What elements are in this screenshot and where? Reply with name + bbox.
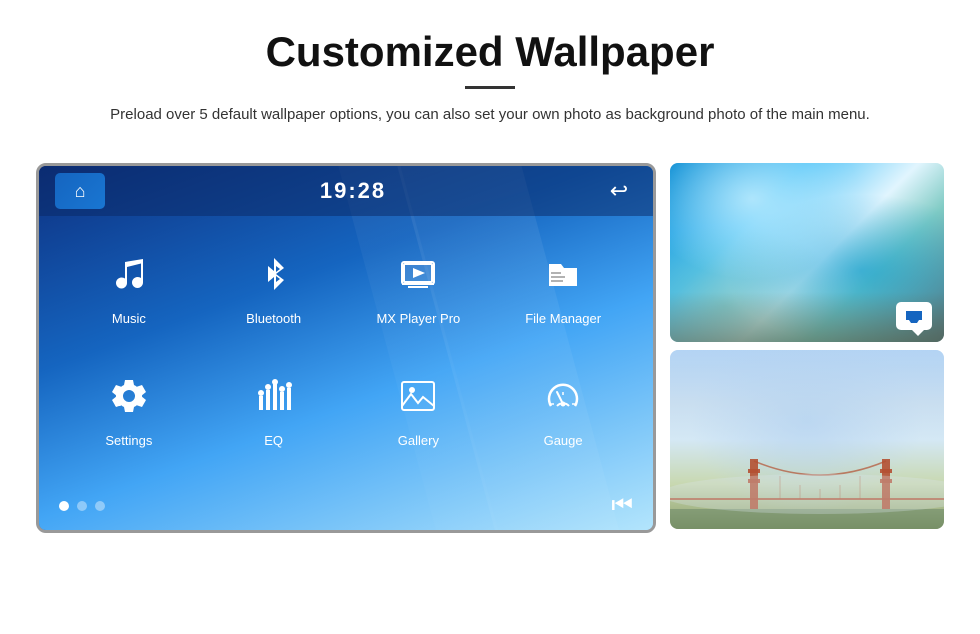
skip-button[interactable]: ⏮ (611, 492, 633, 520)
app-gallery[interactable]: Gallery (349, 353, 489, 470)
time-display: 19:28 (105, 178, 601, 204)
app-bluetooth[interactable]: Bluetooth (204, 231, 344, 348)
gauge-label: Gauge (544, 433, 583, 448)
bluetooth-label: Bluetooth (246, 311, 301, 326)
gauge-icon (543, 376, 583, 425)
settings-icon (109, 376, 149, 425)
app-settings[interactable]: Settings (59, 353, 199, 470)
dot-1[interactable] (59, 501, 69, 511)
mxplayer-icon (398, 254, 438, 303)
app-mxplayer[interactable]: MX Player Pro (349, 231, 489, 348)
app-music[interactable]: Music (59, 231, 199, 348)
eq-label: EQ (264, 433, 283, 448)
app-filemanager[interactable]: File Manager (493, 231, 633, 348)
right-images-panel (670, 163, 944, 529)
home-button[interactable]: ⌂ (55, 173, 105, 209)
ice-cave-image (670, 163, 944, 342)
filemanager-label: File Manager (525, 311, 601, 326)
page-title: Customized Wallpaper (60, 28, 920, 76)
music-icon (109, 254, 149, 303)
mxplayer-label: MX Player Pro (376, 311, 460, 326)
title-divider (465, 86, 515, 89)
car-screen: ⌂ 19:28 ↩ Music (36, 163, 656, 533)
gallery-icon (398, 376, 438, 425)
bluetooth-icon (254, 254, 294, 303)
page-description: Preload over 5 default wallpaper options… (60, 103, 920, 127)
chat-bubble-overlay (896, 302, 932, 330)
app-eq[interactable]: EQ (204, 353, 344, 470)
status-bar: ⌂ 19:28 ↩ (39, 166, 653, 216)
music-label: Music (112, 311, 146, 326)
gallery-label: Gallery (398, 433, 439, 448)
content-area: ⌂ 19:28 ↩ Music (0, 143, 980, 543)
golden-gate-image (670, 350, 944, 529)
filemanager-icon (543, 254, 583, 303)
page-dots (59, 501, 105, 511)
dot-2[interactable] (77, 501, 87, 511)
bridge-silhouette (670, 449, 944, 529)
app-grid: Music Bluetooth (39, 221, 653, 480)
back-button[interactable]: ↩ (601, 173, 637, 209)
page-header: Customized Wallpaper Preload over 5 defa… (0, 0, 980, 143)
back-icon: ↩ (610, 178, 628, 204)
settings-label: Settings (105, 433, 152, 448)
dot-3[interactable] (95, 501, 105, 511)
app-gauge[interactable]: Gauge (493, 353, 633, 470)
home-icon: ⌂ (75, 181, 86, 202)
eq-icon (254, 376, 294, 425)
bottom-bar: ⏮ (39, 482, 653, 530)
